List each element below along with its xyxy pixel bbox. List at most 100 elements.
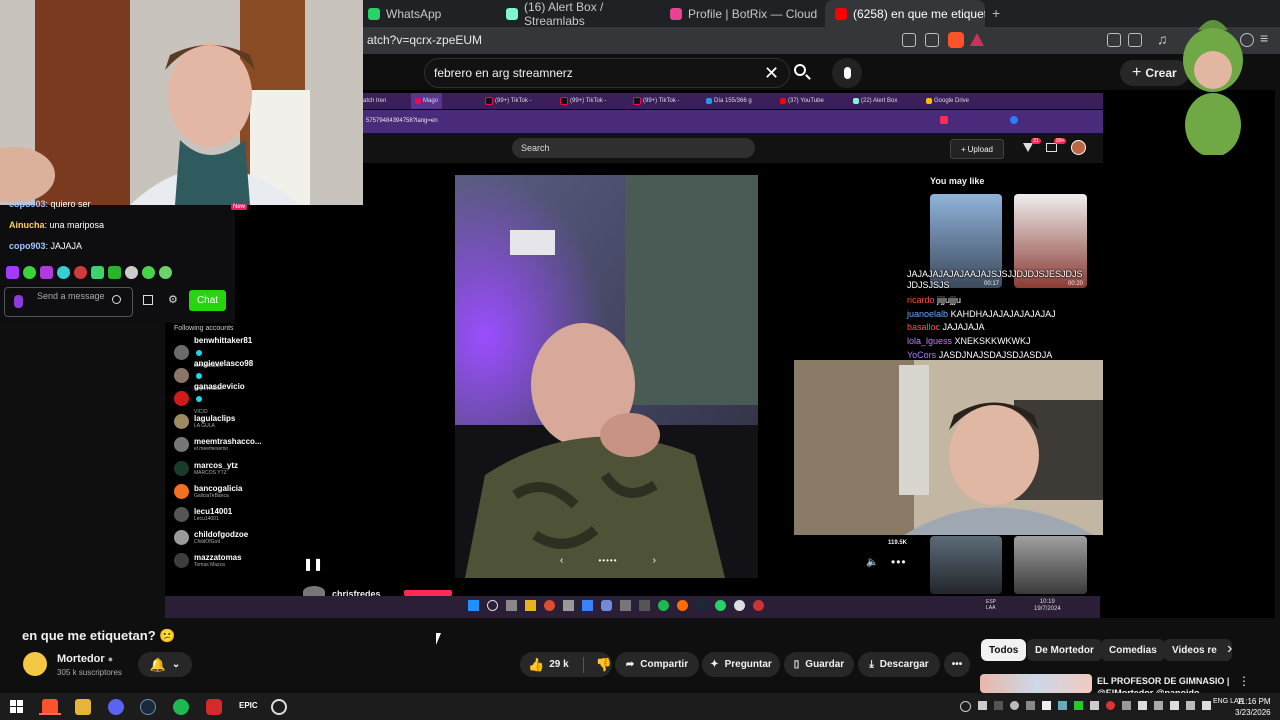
account-avatar (174, 367, 189, 383)
search-icon[interactable] (794, 64, 806, 76)
volume-icon[interactable]: 🔈 (866, 557, 878, 568)
embedded-address-bar (363, 110, 1103, 133)
emote-icon (159, 266, 172, 279)
store-icon[interactable] (143, 295, 153, 305)
following-account: lagulaclips LA GULA (174, 411, 235, 431)
app-icon[interactable] (206, 699, 222, 715)
share-button[interactable]: ➦ Compartir (615, 652, 699, 677)
streamlabs-icon (506, 7, 518, 20)
account-avatar (174, 413, 189, 429)
bell-icon: 🔔 (149, 656, 166, 672)
account-avatar (174, 552, 189, 568)
embedded-tab: (99+) TikTok - (633, 93, 680, 109)
emoji-icon[interactable] (112, 295, 121, 304)
sidebar-icon[interactable] (1128, 33, 1142, 47)
chip-comedias[interactable]: Comedias (1101, 639, 1165, 661)
chip-de-mortedor[interactable]: De Mortedor (1027, 639, 1102, 661)
pause-icon[interactable]: ❚❚ (303, 557, 323, 571)
account-name: lagulaclips (194, 413, 236, 423)
tab-label: (6258) en que me etiquetan? (853, 6, 985, 21)
voice-search-button[interactable] (832, 58, 862, 88)
steam-icon[interactable] (140, 699, 156, 715)
url-field[interactable]: atch?v=qcrx-zpeEUM (367, 33, 482, 47)
emote-icon (142, 266, 155, 279)
tab-whatsapp[interactable]: WhatsApp (358, 0, 493, 27)
account-avatar (174, 436, 189, 452)
overlay-chat-message: juanoelalb KAHDHAJAJAJAJAJAJAJ (907, 309, 1056, 319)
whatsapp-icon (368, 7, 380, 20)
tab-youtube-active[interactable]: (6258) en que me etiquetan? × (825, 0, 985, 27)
inbox-icon (1023, 143, 1033, 152)
extensions-icon[interactable] (1107, 33, 1121, 47)
file-explorer-icon[interactable] (75, 699, 91, 715)
tab-label: (16) Alert Box / Streamlabs (524, 0, 604, 28)
channel-avatar[interactable] (23, 652, 47, 676)
embedded-url: 57579484394758?lang=en (366, 118, 438, 124)
system-tray-icons (960, 701, 1211, 712)
spotify-icon[interactable] (173, 699, 189, 715)
new-tab-icon[interactable]: + (992, 5, 1000, 21)
tab-botrix[interactable]: Profile | BotRix — Cloud Streaming B (660, 0, 820, 27)
like-button[interactable]: 👍 29 k (528, 657, 569, 673)
share-label: Compartir (640, 659, 689, 670)
epic-games-icon[interactable]: EPIC (239, 701, 258, 710)
channel-name[interactable]: Mortedor ● (57, 653, 113, 665)
tab-label: Profile | BotRix — Cloud Streaming B (688, 6, 820, 21)
obs-icon[interactable] (271, 699, 287, 715)
more-vert-icon[interactable]: ⋮ (1238, 674, 1250, 688)
windows-start-icon[interactable] (10, 700, 23, 713)
following-account: meemtrashacco... el meemesemo (174, 434, 262, 454)
verified-icon (196, 373, 202, 380)
share-icon: ➦ (625, 659, 635, 670)
emote-icon (108, 266, 121, 279)
recommended-video-thumbnail[interactable] (980, 674, 1092, 693)
account-avatar (174, 344, 189, 360)
cast-icon[interactable] (902, 33, 916, 47)
embedded-extension-icon (1010, 116, 1018, 124)
more-actions-button[interactable]: ••• (944, 652, 970, 677)
download-button[interactable]: ⤓ Descargar (858, 652, 940, 677)
chat-send-button[interactable]: Chat (189, 290, 226, 311)
microphone-icon (843, 67, 851, 79)
following-account: lecu14001 Lecu14001 (174, 504, 232, 524)
messages-icon (1046, 143, 1057, 152)
verified-icon: ● (107, 654, 114, 664)
account-name: lecu14001 (194, 506, 233, 516)
following-account: ganasdevicio VICIO (174, 382, 245, 415)
notifications-button[interactable]: 🔔 ⌄ (138, 652, 192, 677)
menu-icon[interactable]: ≡ (1260, 30, 1268, 46)
account-avatar (174, 529, 189, 545)
clear-search-icon[interactable]: ✕ (764, 63, 779, 84)
account-name: meemtrashacco... (194, 436, 262, 446)
chevron-right-icon[interactable]: › (1227, 640, 1232, 658)
overlay-chat-message: lola_lguess XNEKSKKWKWKJ (907, 336, 1031, 346)
brave-rewards-icon[interactable] (970, 33, 984, 46)
dislike-button[interactable]: 👎 (596, 657, 612, 673)
live-viewer-count: 119.5K (888, 540, 908, 546)
emote-icon (74, 266, 87, 279)
ask-button[interactable]: ✦ Preguntar (702, 652, 780, 677)
brave-shield-icon[interactable] (948, 32, 964, 48)
chevron-left-icon: ‹ (560, 554, 564, 566)
account-name: bancogalicia (194, 483, 243, 493)
discord-icon[interactable] (108, 699, 124, 715)
embedded-tab: (99+) TikTok - (485, 93, 532, 109)
embedded-clock: 10:19 19/7/2024 (1034, 599, 1061, 612)
account-avatar (174, 460, 189, 476)
save-button[interactable]: ▯ Guardar (784, 652, 854, 677)
share-icon[interactable] (925, 33, 939, 47)
search-input[interactable]: febrero en arg streamnerz (434, 66, 573, 80)
embedded-tab: Google Drive (926, 93, 969, 109)
microphone-icon (14, 295, 23, 308)
embedded-tab: (22) Alert Box (853, 93, 897, 109)
media-icon[interactable]: ♫ (1157, 31, 1168, 47)
download-icon: ⤓ (869, 659, 874, 670)
overlay-chat-message: YoCors JASDJNAJSDAJSDJASDJA (907, 350, 1053, 360)
gear-icon[interactable]: ⚙ (168, 293, 178, 306)
chip-videos[interactable]: Videos re (1164, 639, 1232, 661)
more-options-icon[interactable]: ••• (891, 555, 907, 569)
tab-alert-box[interactable]: (16) Alert Box / Streamlabs (496, 0, 654, 28)
taskbar-clock[interactable]: 11:16 PM 3/23/2026 (1235, 696, 1271, 718)
chip-todos[interactable]: Todos (981, 639, 1027, 661)
thumbs-up-icon: 👍 (528, 656, 545, 672)
